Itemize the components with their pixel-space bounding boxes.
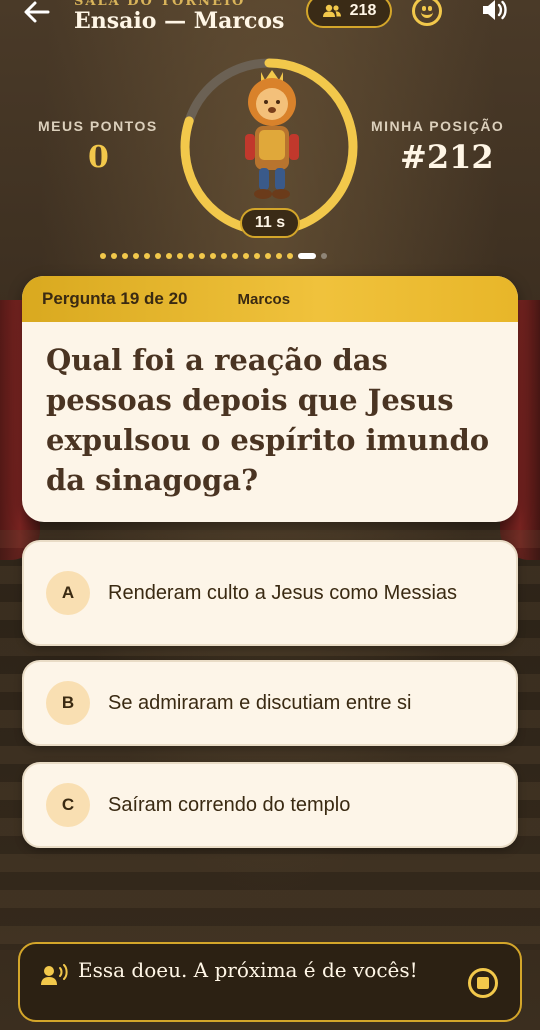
progress-dot <box>243 253 249 259</box>
people-icon <box>322 4 341 17</box>
players-count: 218 <box>349 2 377 19</box>
stop-narration-button[interactable] <box>468 968 498 998</box>
option-letter: C <box>46 783 90 827</box>
question-card: Pergunta 19 de 20 Marcos Qual foi a reaç… <box>22 276 518 522</box>
progress-dot <box>210 253 216 259</box>
progress-dot <box>155 253 161 259</box>
option-text: Renderam culto a Jesus como Messias <box>108 582 458 604</box>
option-text: Saíram correndo do templo <box>108 794 351 816</box>
progress-dot <box>232 253 238 259</box>
my-points-label: MEUS PONTOS <box>38 118 158 134</box>
question-header: Pergunta 19 de 20 Marcos <box>22 276 518 322</box>
timer-badge: 11 s <box>240 208 300 238</box>
progress-dot <box>122 253 128 259</box>
progress-dot <box>166 253 172 259</box>
progress-dot <box>265 253 271 259</box>
question-book: Marcos <box>237 290 291 308</box>
progress-dot <box>177 253 183 259</box>
volume-icon <box>483 0 507 20</box>
progress-dot <box>254 253 260 259</box>
option-text: Se admiraram e discutiam entre si <box>108 692 412 714</box>
progress-dot <box>111 253 117 259</box>
progress-dot <box>199 253 205 259</box>
option-letter: A <box>46 571 90 615</box>
progress-dot-current <box>298 253 316 259</box>
narrator-bar: Essa doeu. A próxima é de vocês! <box>18 942 522 1022</box>
lion-mascot-image <box>245 70 299 199</box>
progress-dot <box>188 253 194 259</box>
question-text: Qual foi a reação das pessoas depois que… <box>46 343 490 497</box>
my-position-label: MINHA POSIÇÃO <box>371 118 505 134</box>
sound-toggle-button[interactable] <box>480 0 510 24</box>
question-progress-dots <box>100 252 327 260</box>
option-letter: B <box>46 681 90 725</box>
question-counter: Pergunta 19 de 20 <box>42 289 188 308</box>
narrator-message: Essa doeu. A próxima é de vocês! <box>78 958 418 982</box>
arrow-left-icon <box>24 1 50 23</box>
my-points-value: 0 <box>88 140 109 175</box>
my-position-value: #212 <box>400 138 494 176</box>
players-count-badge[interactable]: 218 <box>306 0 392 28</box>
progress-dot <box>100 253 106 259</box>
progress-dot <box>221 253 227 259</box>
smiley-icon <box>421 11 433 18</box>
progress-dot <box>133 253 139 259</box>
speaking-person-icon <box>41 964 68 985</box>
answer-option-a[interactable]: A Renderam culto a Jesus como Messias <box>22 540 518 646</box>
progress-dot <box>144 253 150 259</box>
page-title: Ensaio — Marcos <box>74 8 285 34</box>
back-button[interactable] <box>22 0 56 26</box>
progress-dot <box>287 253 293 259</box>
progress-dot <box>321 253 327 259</box>
progress-dot <box>276 253 282 259</box>
answer-option-b[interactable]: B Se admiraram e discutiam entre si <box>22 660 518 746</box>
stop-icon <box>477 977 489 989</box>
answer-option-c[interactable]: C Saíram correndo do templo <box>22 762 518 848</box>
